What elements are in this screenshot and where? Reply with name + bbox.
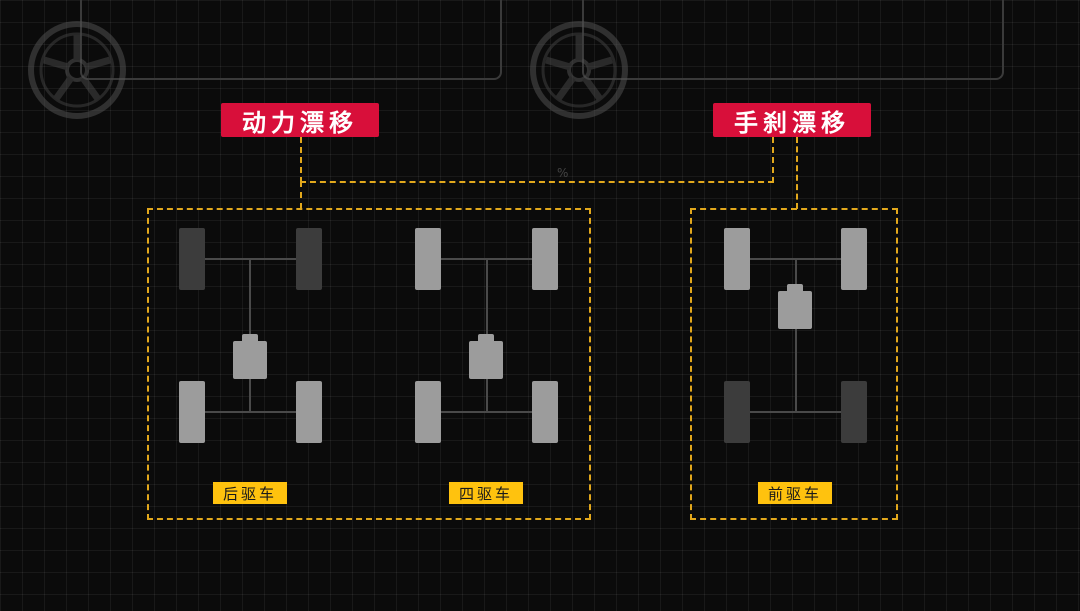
rear-right-tire bbox=[296, 381, 322, 443]
engine-icon bbox=[778, 284, 812, 329]
front-right-tire bbox=[532, 228, 558, 290]
engine-icon bbox=[469, 334, 503, 379]
rear-left-tire bbox=[724, 381, 750, 443]
engine-icon bbox=[233, 334, 267, 379]
wheel-icon bbox=[530, 21, 628, 119]
percent-mark: % bbox=[557, 166, 569, 180]
wheel-icon bbox=[28, 21, 126, 119]
connector-rwd-awd-group bbox=[300, 181, 302, 209]
power-drift-group bbox=[147, 208, 591, 520]
awd-label: 四驱车 bbox=[449, 482, 523, 504]
front-left-tire bbox=[415, 228, 441, 290]
rear-left-tire bbox=[415, 381, 441, 443]
front-right-tire bbox=[841, 228, 867, 290]
rear-right-tire bbox=[532, 381, 558, 443]
connector-fwd-group bbox=[796, 137, 798, 209]
fwd-label: 前驱车 bbox=[758, 482, 832, 504]
rwd-label: 后驱车 bbox=[213, 482, 287, 504]
rear-axle bbox=[192, 411, 310, 413]
connector-handbrake-left bbox=[772, 137, 774, 183]
background-panel-right bbox=[582, 0, 1004, 80]
rear-left-tire bbox=[179, 381, 205, 443]
front-axle bbox=[192, 258, 310, 260]
connector-cross bbox=[300, 181, 774, 183]
front-left-tire bbox=[179, 228, 205, 290]
handbrake-drift-label: 手刹漂移 bbox=[713, 103, 871, 137]
front-right-tire bbox=[296, 228, 322, 290]
background-panel-left bbox=[80, 0, 502, 80]
rear-right-tire bbox=[841, 381, 867, 443]
connector-power-down bbox=[300, 137, 302, 183]
power-drift-label: 动力漂移 bbox=[221, 103, 379, 137]
front-left-tire bbox=[724, 228, 750, 290]
drive-shaft bbox=[795, 258, 797, 412]
